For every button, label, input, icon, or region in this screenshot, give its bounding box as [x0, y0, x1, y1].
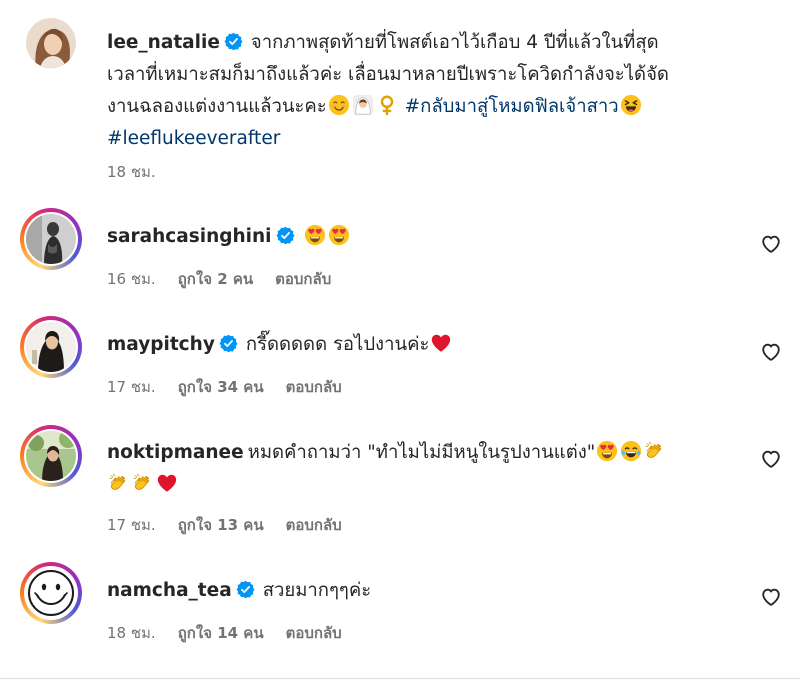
red-heart-emoji-icon [156, 472, 178, 494]
like-heart-icon[interactable] [760, 233, 782, 255]
red-heart-emoji-icon [430, 332, 452, 354]
comment-meta: 18 ชม. ถูกใจ 14 คน ตอบกลับ [107, 621, 364, 645]
timestamp[interactable]: 18 ชม. [107, 624, 156, 642]
like-heart-icon[interactable] [760, 448, 782, 470]
comment-meta: 17 ชม. ถูกใจ 13 คน ตอบกลับ [107, 513, 364, 537]
avatar-photo [26, 568, 76, 618]
likes-count-button[interactable]: ถูกใจ 13 คน [178, 516, 264, 534]
likes-count-button[interactable]: ถูกใจ 34 คน [178, 378, 264, 396]
clapping-hands-emoji-icon [108, 472, 130, 494]
comment-text: สวยมากๆๆค่ะ [262, 580, 372, 601]
verified-badge-icon [219, 334, 238, 353]
comment-username[interactable]: sarahcasinghini [107, 226, 272, 247]
reply-button[interactable]: ตอบกลับ [275, 270, 331, 288]
female-sign-emoji-icon [376, 94, 398, 116]
comment-meta: 16 ชม. ถูกใจ 2 คน ตอบกลับ [107, 267, 353, 291]
clapping-hands-emoji-icon [644, 440, 666, 462]
avatar[interactable] [20, 562, 82, 624]
caption-line-3: งานฉลองแต่งงานแล้วนะคะ [107, 96, 327, 117]
smiling-face-emoji-icon [328, 94, 350, 116]
comment-username[interactable]: maypitchy [107, 334, 215, 355]
bride-emoji-icon [352, 94, 374, 116]
verified-badge-icon [236, 580, 255, 599]
timestamp[interactable]: 18 ชม. [107, 163, 156, 181]
caption-line-2: เวลาที่เหมาะสมก็มาถึงแล้วค่ะ เลื่อนมาหลา… [107, 64, 669, 85]
avatar-photo [26, 322, 76, 372]
squinting-laugh-emoji-icon [620, 94, 642, 116]
heart-eyes-emoji-icon [328, 224, 350, 246]
avatar[interactable] [20, 12, 82, 74]
tears-of-joy-emoji-icon [620, 440, 642, 462]
comment-username[interactable]: namcha_tea [107, 580, 232, 601]
comment-username[interactable]: noktipmanee [107, 442, 244, 463]
divider [0, 678, 800, 679]
timestamp[interactable]: 17 ชม. [107, 516, 156, 534]
like-heart-icon[interactable] [760, 341, 782, 363]
likes-count-button[interactable]: ถูกใจ 2 คน [178, 270, 253, 288]
avatar[interactable] [20, 208, 82, 270]
reply-button[interactable]: ตอบกลับ [286, 624, 342, 642]
likes-count-button[interactable]: ถูกใจ 14 คน [178, 624, 264, 642]
post-username[interactable]: lee_natalie [107, 32, 220, 53]
like-heart-icon[interactable] [760, 586, 782, 608]
reply-button[interactable]: ตอบกลับ [286, 516, 342, 534]
caption-line-1: จากภาพสุดท้ายที่โพสต์เอาไว้เกือบ 4 ปีที่… [250, 32, 659, 53]
verified-badge-icon [224, 32, 243, 51]
avatar[interactable] [20, 316, 82, 378]
avatar[interactable] [20, 425, 82, 487]
clapping-hands-emoji-icon [132, 472, 154, 494]
hashtag-link[interactable]: #กลับมาสู่โหมดฟิลเจ้าสาว [405, 96, 619, 117]
comment-text: หมดคำถามว่า "ทำไมไม่มีหนูในรูปงานแต่ง" [247, 442, 596, 463]
post-meta: 18 ชม. [107, 160, 178, 184]
heart-eyes-emoji-icon [596, 440, 618, 462]
heart-eyes-emoji-icon [304, 224, 326, 246]
reply-button[interactable]: ตอบกลับ [286, 378, 342, 396]
comment-meta: 17 ชม. ถูกใจ 34 คน ตอบกลับ [107, 375, 364, 399]
avatar-photo [26, 214, 76, 264]
avatar-photo [26, 431, 76, 481]
timestamp[interactable]: 16 ชม. [107, 270, 156, 288]
comment-text: กรี๊ดดดดด รอไปงานค่ะ [245, 334, 430, 355]
verified-badge-icon [276, 226, 295, 245]
avatar-photo [26, 18, 76, 68]
timestamp[interactable]: 17 ชม. [107, 378, 156, 396]
hashtag-link[interactable]: #leeflukeeverafter [107, 128, 280, 149]
